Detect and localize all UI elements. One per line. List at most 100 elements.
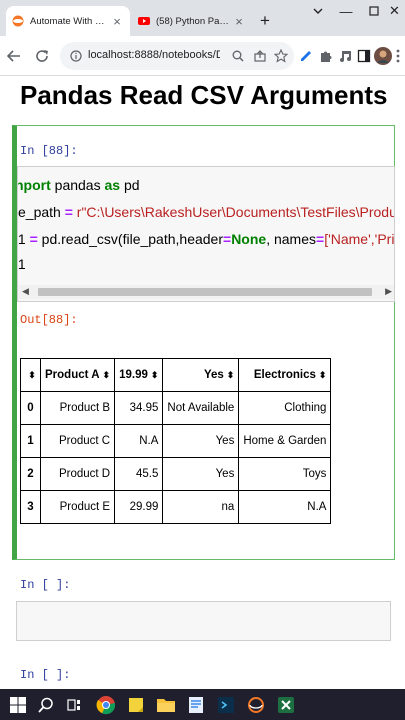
page-title: Pandas Read CSV Arguments [20, 80, 388, 110]
scroll-right-icon[interactable]: ▶ [385, 286, 392, 297]
close-window-icon[interactable]: ✕ [384, 0, 405, 22]
code-token: pd [120, 177, 140, 193]
browser-tab-strip: Automate With Rakesh_P × (58) Python Pan… [0, 0, 405, 36]
code-editor[interactable]: nport pandas as pd e_path = r"C:\Users\Ra… [17, 166, 395, 302]
table-cell: Yes [162, 424, 240, 458]
code-token: , names [266, 231, 316, 247]
code-token: ['Name','Price','In Stock'] [324, 231, 395, 247]
chrome-icon[interactable] [94, 693, 118, 717]
column-header[interactable]: 19.99 ⬍ [114, 358, 164, 392]
side-panel-icon[interactable] [354, 46, 374, 66]
zoom-icon[interactable] [232, 50, 244, 62]
table-cell: Product B [39, 391, 116, 425]
task-view-icon[interactable] [62, 693, 86, 717]
tab-close-icon[interactable]: × [110, 14, 124, 29]
windows-taskbar [0, 689, 405, 720]
table-cell: 45.5 [114, 457, 164, 491]
info-icon[interactable] [70, 50, 82, 62]
in-prompt: In [ ]: [20, 668, 71, 682]
code-line[interactable]: f1 = pd.read_csv(file_path,header=None, … [17, 231, 395, 247]
minimize-icon[interactable]: — [332, 0, 360, 22]
table-row: 1 Product C N.A Yes Home & Garden [20, 424, 332, 458]
extensions-puzzle-icon[interactable] [316, 46, 336, 66]
table-cell: N.A [238, 490, 332, 524]
code-token: = [29, 231, 38, 247]
code-token: = [64, 204, 73, 220]
media-control-icon[interactable] [336, 46, 356, 66]
browser-toolbar: localhost:8888/notebooks/Desktop... [0, 36, 405, 76]
url-text: localhost:8888/notebooks/Desktop... [88, 49, 220, 61]
table-cell: Product C [39, 424, 116, 458]
in-prompt: In [ ]: [20, 578, 71, 592]
code-token: None [231, 231, 267, 247]
in-prompt: In [88]: [20, 144, 78, 158]
code-token: = [316, 231, 325, 247]
excel-icon[interactable] [274, 693, 298, 717]
bookmark-star-icon[interactable] [274, 49, 288, 63]
tab-title: (58) Python Pandas Tutor [156, 15, 232, 27]
code-line[interactable]: e_path = r"C:\Users\RakeshUser\Documents… [18, 204, 394, 220]
youtube-favicon-icon [138, 17, 150, 25]
kebab-menu-icon[interactable] [392, 46, 404, 66]
sort-icon: ⬍ [318, 370, 327, 380]
notepad-icon[interactable] [184, 693, 208, 717]
scroll-left-icon[interactable]: ◀ [22, 286, 29, 297]
code-token: r"C:\Users\RakeshUser\Documents\TestFile… [76, 204, 394, 220]
share-icon[interactable] [254, 50, 266, 62]
column-header[interactable]: Electronics ⬍ [238, 358, 332, 392]
profile-avatar[interactable] [373, 46, 393, 66]
table-cell: Clothing [238, 391, 332, 425]
row-index: 2 [20, 457, 41, 491]
row-index: 1 [20, 424, 41, 458]
pen-extension-icon[interactable] [296, 46, 316, 66]
search-icon[interactable] [34, 693, 58, 717]
column-header[interactable]: Yes ⬍ [162, 358, 240, 392]
back-arrow-icon[interactable] [4, 46, 24, 66]
code-token: pandas [50, 177, 105, 193]
sticky-notes-icon[interactable] [124, 693, 148, 717]
row-index: 0 [20, 391, 41, 425]
code-line[interactable]: f1 [17, 256, 26, 272]
empty-code-cell[interactable] [16, 601, 391, 641]
code-token: pd.read_csv(file_path,header [37, 231, 223, 247]
code-token: f1 [17, 256, 26, 272]
new-tab-button[interactable]: + [256, 12, 274, 30]
code-token: = [223, 231, 232, 247]
code-line[interactable]: nport pandas as pd [17, 177, 140, 193]
tab-close-icon[interactable]: × [232, 14, 246, 29]
terminal-icon[interactable] [214, 693, 238, 717]
table-cell: 34.95 [114, 391, 164, 425]
table-cell: Toys [238, 457, 332, 491]
anaconda-icon[interactable] [244, 693, 268, 717]
file-explorer-icon[interactable] [154, 693, 178, 717]
table-cell: Product D [39, 457, 116, 491]
code-token: nport [17, 177, 51, 193]
jupyter-favicon-icon [12, 15, 24, 27]
code-token: as [104, 177, 121, 193]
browser-tab[interactable]: (58) Python Pandas Tutor × [132, 6, 252, 36]
windows-start-icon[interactable] [6, 693, 30, 717]
reload-icon[interactable] [32, 46, 52, 66]
sort-icon: ⬍ [28, 370, 36, 380]
browser-tab-active[interactable]: Automate With Rakesh_P × [6, 6, 130, 36]
table-cell: na [162, 490, 240, 524]
sort-icon: ⬍ [226, 370, 235, 380]
table-row: 3 Product E 29.99 na N.A [20, 490, 332, 524]
index-header[interactable]: ⬍ [20, 358, 41, 392]
table-cell: Not Available [162, 391, 240, 425]
dataframe-table: ⬍ Product A ⬍ 19.99 ⬍ Yes ⬍ Electronics ⬍ 0 … [20, 358, 332, 524]
horizontal-scrollbar[interactable]: ◀ ▶ [18, 285, 394, 299]
row-index: 3 [20, 490, 41, 524]
code-token: f1 [17, 231, 26, 247]
table-cell: Product E [39, 490, 116, 524]
table-row: 0 Product B 34.95 Not Available Clothing [20, 391, 332, 425]
table-row: 2 Product D 45.5 Yes Toys [20, 457, 332, 491]
out-prompt: Out[88]: [20, 313, 78, 327]
scrollbar-thumb[interactable] [38, 288, 372, 296]
sort-icon: ⬍ [150, 370, 159, 380]
chevron-down-icon[interactable] [304, 0, 332, 22]
column-header[interactable]: Product A ⬍ [39, 358, 116, 392]
table-cell: 29.99 [114, 490, 164, 524]
address-bar[interactable]: localhost:8888/notebooks/Desktop... [60, 42, 294, 70]
table-header-row: ⬍ Product A ⬍ 19.99 ⬍ Yes ⬍ Electronics ⬍ [20, 358, 332, 392]
